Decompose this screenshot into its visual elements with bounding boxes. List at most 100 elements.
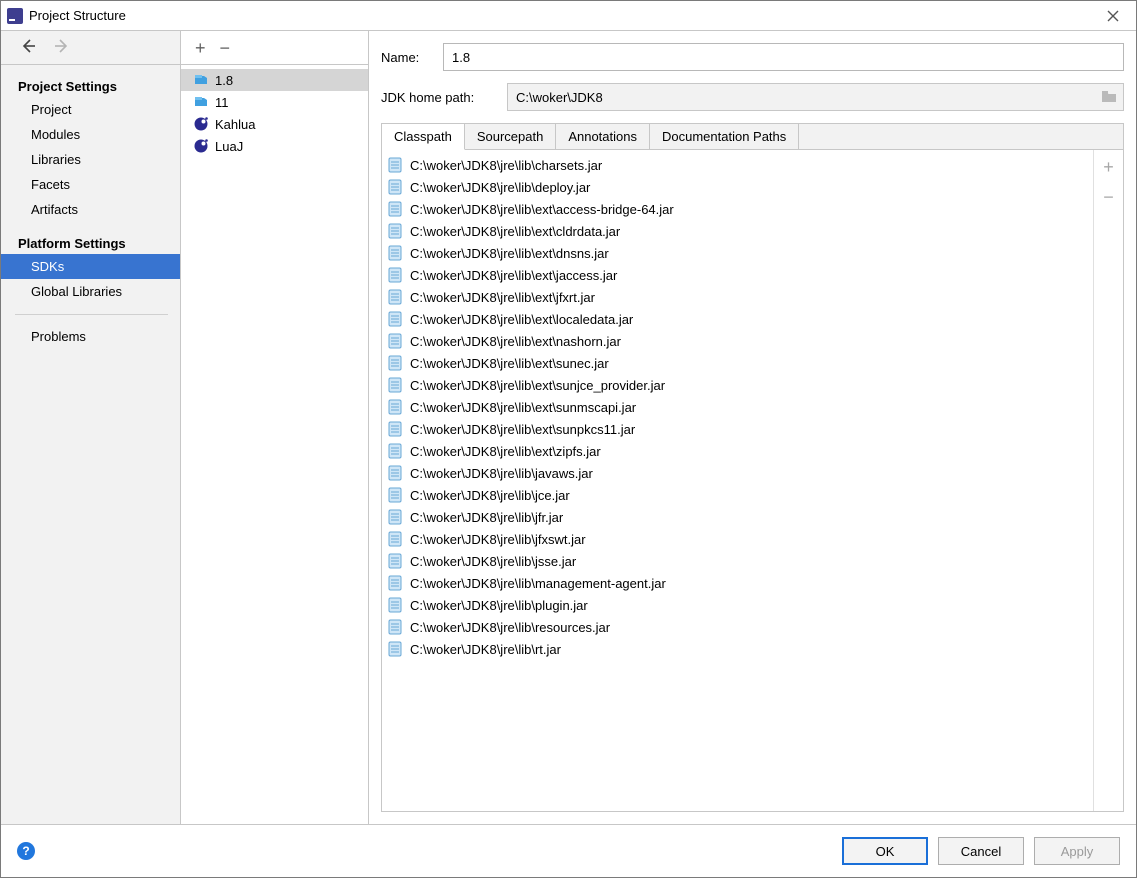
classpath-path: C:\woker\JDK8\jre\lib\jfr.jar [410,510,563,525]
jar-icon [388,355,402,371]
path-label: JDK home path: [381,90,495,105]
jdk-home-path-field[interactable]: C:\woker\JDK8 [507,83,1124,111]
classpath-path: C:\woker\JDK8\jre\lib\plugin.jar [410,598,588,613]
jar-icon [388,377,402,393]
remove-sdk-button[interactable]: − [220,39,231,57]
jar-icon [388,245,402,261]
add-classpath-button[interactable]: + [1103,158,1114,176]
classpath-path: C:\woker\JDK8\jre\lib\jce.jar [410,488,570,503]
tab-annotations[interactable]: Annotations [556,124,650,149]
classpath-row[interactable]: C:\woker\JDK8\jre\lib\ext\sunpkcs11.jar [382,418,1093,440]
classpath-row[interactable]: C:\woker\JDK8\jre\lib\ext\sunmscapi.jar [382,396,1093,418]
sdk-row-luaj[interactable]: LuaJ [181,135,368,157]
sidebar-item-global-libraries[interactable]: Global Libraries [1,279,180,304]
classpath-row[interactable]: C:\woker\JDK8\jre\lib\ext\access-bridge-… [382,198,1093,220]
jdk-home-path-text: C:\woker\JDK8 [516,90,1101,105]
classpath-row[interactable]: C:\woker\JDK8\jre\lib\ext\dnsns.jar [382,242,1093,264]
jar-icon [388,553,402,569]
classpath-row[interactable]: C:\woker\JDK8\jre\lib\ext\cldrdata.jar [382,220,1093,242]
window-close-button[interactable] [1090,1,1136,30]
titlebar: Project Structure [1,1,1136,31]
jar-icon [388,223,402,239]
classpath-list[interactable]: C:\woker\JDK8\jre\lib\charsets.jar C:\wok… [382,150,1093,811]
classpath-path: C:\woker\JDK8\jre\lib\jfxswt.jar [410,532,586,547]
sdk-detail-column: Name: JDK home path: C:\woker\JDK8 Class… [369,31,1136,824]
sidebar-item-libraries[interactable]: Libraries [1,147,180,172]
sdk-name-input[interactable] [443,43,1124,71]
sdk-row-kahlua[interactable]: Kahlua [181,113,368,135]
project-structure-window: Project Structure Project SettingsProjec… [0,0,1137,878]
sdk-tabs: ClasspathSourcepathAnnotationsDocumentat… [381,123,1124,150]
dialog-button-bar: ? OK Cancel Apply [1,825,1136,877]
jar-icon [388,487,402,503]
jar-icon [388,399,402,415]
classpath-row[interactable]: C:\woker\JDK8\jre\lib\ext\jfxrt.jar [382,286,1093,308]
add-sdk-button[interactable]: + [195,39,206,57]
jar-icon [388,311,402,327]
classpath-row[interactable]: C:\woker\JDK8\jre\lib\plugin.jar [382,594,1093,616]
sidebar-item-project[interactable]: Project [1,97,180,122]
classpath-panel: C:\woker\JDK8\jre\lib\charsets.jar C:\wok… [381,150,1124,812]
jar-icon [388,289,402,305]
remove-classpath-button[interactable]: − [1103,188,1114,206]
sidebar-section-header: Project Settings [1,65,180,97]
dialog-body: Project SettingsProjectModulesLibrariesF… [1,31,1136,877]
sdk-list-column: + − 1.811Kahlua LuaJ [181,31,369,824]
sidebar-item-artifacts[interactable]: Artifacts [1,197,180,222]
classpath-row[interactable]: C:\woker\JDK8\jre\lib\ext\sunjce_provide… [382,374,1093,396]
classpath-path: C:\woker\JDK8\jre\lib\ext\sunpkcs11.jar [410,422,635,437]
classpath-path: C:\woker\JDK8\jre\lib\resources.jar [410,620,610,635]
nav-forward-icon [53,37,71,58]
classpath-row[interactable]: C:\woker\JDK8\jre\lib\ext\sunec.jar [382,352,1093,374]
jar-icon [388,179,402,195]
classpath-path: C:\woker\JDK8\jre\lib\ext\sunjce_provide… [410,378,665,393]
jdk-folder-icon [193,72,209,88]
name-label: Name: [381,50,431,65]
window-controls [1090,1,1136,30]
tab-sourcepath[interactable]: Sourcepath [465,124,557,149]
classpath-path: C:\woker\JDK8\jre\lib\ext\zipfs.jar [410,444,601,459]
help-icon[interactable]: ? [17,842,35,860]
classpath-row[interactable]: C:\woker\JDK8\jre\lib\charsets.jar [382,154,1093,176]
cancel-button[interactable]: Cancel [938,837,1024,865]
classpath-row[interactable]: C:\woker\JDK8\jre\lib\javaws.jar [382,462,1093,484]
ok-button[interactable]: OK [842,837,928,865]
browse-folder-icon[interactable] [1101,89,1117,106]
tab-classpath[interactable]: Classpath [382,124,465,150]
classpath-path: C:\woker\JDK8\jre\lib\ext\jaccess.jar [410,268,617,283]
jar-icon [388,333,402,349]
tab-documentation-paths[interactable]: Documentation Paths [650,124,799,149]
classpath-row[interactable]: C:\woker\JDK8\jre\lib\ext\zipfs.jar [382,440,1093,462]
nav-back-icon[interactable] [19,37,37,58]
app-icon [7,8,23,24]
sdk-label: LuaJ [215,139,243,154]
classpath-path: C:\woker\JDK8\jre\lib\javaws.jar [410,466,593,481]
classpath-row[interactable]: C:\woker\JDK8\jre\lib\ext\localedata.jar [382,308,1093,330]
sdk-row-11[interactable]: 11 [181,91,368,113]
classpath-row[interactable]: C:\woker\JDK8\jre\lib\jce.jar [382,484,1093,506]
classpath-path: C:\woker\JDK8\jre\lib\charsets.jar [410,158,602,173]
main-row: Project SettingsProjectModulesLibrariesF… [1,31,1136,825]
classpath-row[interactable]: C:\woker\JDK8\jre\lib\jfxswt.jar [382,528,1093,550]
classpath-path: C:\woker\JDK8\jre\lib\management-agent.j… [410,576,666,591]
sidebar-nav [1,31,180,65]
jar-icon [388,201,402,217]
sidebar-item-problems[interactable]: Problems [1,315,180,349]
sdk-row-1-8[interactable]: 1.8 [181,69,368,91]
classpath-row[interactable]: C:\woker\JDK8\jre\lib\resources.jar [382,616,1093,638]
classpath-row[interactable]: C:\woker\JDK8\jre\lib\management-agent.j… [382,572,1093,594]
classpath-row[interactable]: C:\woker\JDK8\jre\lib\deploy.jar [382,176,1093,198]
apply-button: Apply [1034,837,1120,865]
classpath-row[interactable]: C:\woker\JDK8\jre\lib\ext\nashorn.jar [382,330,1093,352]
classpath-row[interactable]: C:\woker\JDK8\jre\lib\rt.jar [382,638,1093,660]
sidebar-item-facets[interactable]: Facets [1,172,180,197]
sidebar-item-modules[interactable]: Modules [1,122,180,147]
classpath-path: C:\woker\JDK8\jre\lib\ext\jfxrt.jar [410,290,595,305]
sidebar-item-sdks[interactable]: SDKs [1,254,180,279]
classpath-row[interactable]: C:\woker\JDK8\jre\lib\jfr.jar [382,506,1093,528]
classpath-row[interactable]: C:\woker\JDK8\jre\lib\ext\jaccess.jar [382,264,1093,286]
jar-icon [388,531,402,547]
jar-icon [388,575,402,591]
jar-icon [388,421,402,437]
classpath-row[interactable]: C:\woker\JDK8\jre\lib\jsse.jar [382,550,1093,572]
